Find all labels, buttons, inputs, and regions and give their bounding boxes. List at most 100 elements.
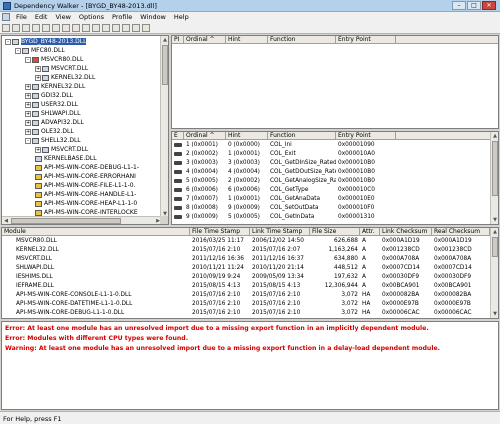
find-icon[interactable] <box>32 24 40 32</box>
column-header[interactable]: Function <box>268 36 336 44</box>
export-row[interactable]: 3 (0x0003) 3 (0x0003) COL_GetDInSize_Rated… <box>172 159 498 167</box>
help-icon[interactable] <box>142 24 150 32</box>
menu-window[interactable]: Window <box>136 12 170 22</box>
export-row[interactable]: 8 (0x0008) 9 (0x0009) COL_SetOutData 0x0000… <box>172 204 498 212</box>
collapse-icon[interactable]: - <box>15 47 21 54</box>
scroll-down-icon[interactable]: ▼ <box>491 216 498 224</box>
tree-hscroll-thumb[interactable] <box>11 218 121 224</box>
close-button[interactable]: ✕ <box>482 1 496 10</box>
export-row[interactable]: 9 (0x0009) 5 (0x0005) COL_GetInData 0x00001… <box>172 213 498 221</box>
column-header[interactable]: File Time Stamp <box>190 228 250 236</box>
module-row[interactable]: MSVCR80.DLL 2016/03/25 11:17 2006/12/02 14… <box>2 237 498 245</box>
modules-vertical-scrollbar[interactable]: ▲ ▼ <box>490 228 498 318</box>
expand-icon[interactable]: + <box>35 65 41 72</box>
tree-node[interactable]: - MFC80.DLL <box>15 47 65 55</box>
tree-node[interactable]: - BYGD_BY48-2013.DLL <box>5 38 87 46</box>
scroll-up-icon[interactable]: ▲ <box>491 228 498 236</box>
log-pane[interactable]: Error: At least one module has an unreso… <box>1 321 499 410</box>
column-header[interactable]: E <box>172 132 184 140</box>
expand-icon[interactable]: + <box>35 146 41 153</box>
column-header[interactable]: Link Checksum <box>380 228 432 236</box>
scroll-up-icon[interactable]: ▲ <box>161 36 168 44</box>
tree-node[interactable]: + MSVCRT.DLL <box>35 146 88 154</box>
tree-node[interactable]: + GDI32.DLL <box>25 92 73 100</box>
tree-node[interactable]: API-MS-WIN-CORE-FILE-L1-1-0. <box>35 182 136 190</box>
module-row[interactable]: SHLWAPI.DLL 2010/11/21 11:24 2010/11/20 21… <box>2 264 498 272</box>
tree-icon[interactable] <box>62 24 70 32</box>
tree-node[interactable]: API-MS-WIN-CORE-HEAP-L1-1-0 <box>35 200 137 208</box>
profile-icon[interactable] <box>42 24 50 32</box>
column-header[interactable]: Hint <box>226 36 268 44</box>
expand-icon[interactable]: + <box>25 101 31 108</box>
dependency-tree-pane[interactable]: - BYGD_BY48-2013.DLL - MFC80.DLL - MSVCR80.DL… <box>1 35 169 225</box>
expand-icon[interactable]: + <box>25 92 31 99</box>
module-icon[interactable] <box>52 24 60 32</box>
column-header[interactable]: Module <box>2 228 190 236</box>
sort-icon[interactable] <box>112 24 120 32</box>
expand-icon[interactable] <box>72 24 80 32</box>
tree-node[interactable]: + OLE32.DLL <box>25 128 74 136</box>
scroll-up-icon[interactable]: ▲ <box>491 132 498 140</box>
scroll-down-icon[interactable]: ▼ <box>491 310 498 318</box>
menu-options[interactable]: Options <box>75 12 108 22</box>
collapse-icon[interactable]: - <box>25 137 31 144</box>
tree-node[interactable]: + MSVCRT.DLL <box>35 65 88 73</box>
tree-node[interactable]: - SHELL32.DLL <box>25 137 81 145</box>
menu-file[interactable]: File <box>12 12 31 22</box>
column-header[interactable]: Ordinal ^ <box>184 132 226 140</box>
tree-node[interactable]: + USER32.DLL <box>25 101 78 109</box>
document-icon[interactable] <box>2 13 10 21</box>
minimize-button[interactable]: – <box>452 1 466 10</box>
tree-node[interactable]: API-MS-WIN-CORE-HANDLE-L1- <box>35 191 136 199</box>
collapse-icon[interactable]: - <box>25 56 31 63</box>
module-row[interactable]: API-MS-WIN-CORE-DEBUG-L1-1-0.DLL 2015/07/… <box>2 309 498 317</box>
tree-node[interactable]: + ADVAPI32.DLL <box>25 119 84 127</box>
menu-edit[interactable]: Edit <box>31 12 52 22</box>
title-bar[interactable]: Dependency Walker - [BYGD_BY48-2013.dll]… <box>0 0 500 12</box>
tree-vertical-scrollbar[interactable]: ▲ ▼ <box>160 36 168 218</box>
column-header[interactable]: Entry Point <box>336 36 396 44</box>
undecorate-icon[interactable] <box>92 24 100 32</box>
save-icon[interactable] <box>12 24 20 32</box>
tree-node[interactable]: API-MS-WIN-CORE-DEBUG-L1-1- <box>35 164 139 172</box>
tree-node[interactable]: API-MS-WIN-CORE-ERRORHANI <box>35 173 136 181</box>
column-header[interactable]: Attr. <box>360 228 380 236</box>
expand-icon[interactable]: + <box>25 110 31 117</box>
tree-horizontal-scrollbar[interactable]: ◀ ▶ <box>2 216 162 224</box>
column-header[interactable]: Entry Point <box>336 132 396 140</box>
module-row[interactable]: API-MS-WIN-CORE-DATETIME-L1-1-0.DLL 2015/… <box>2 300 498 308</box>
column-header[interactable]: PI <box>172 36 184 44</box>
refresh-icon[interactable] <box>132 24 140 32</box>
tree-node[interactable]: KERNELBASE.DLL <box>35 155 97 163</box>
collapse-icon[interactable] <box>82 24 90 32</box>
column-header[interactable]: Hint <box>226 132 268 140</box>
column-header[interactable]: Link Time Stamp <box>250 228 310 236</box>
column-header[interactable]: File Size <box>310 228 360 236</box>
expand-icon[interactable]: + <box>35 74 41 81</box>
module-row[interactable]: IEFRAME.DLL 2015/08/15 4:13 2015/08/15 4:1… <box>2 282 498 290</box>
module-list-pane[interactable]: Module File Time Stamp Link Time Stamp File… <box>1 227 499 319</box>
menu-profile[interactable]: Profile <box>108 12 136 22</box>
maximize-button[interactable]: □ <box>467 1 481 10</box>
export-row[interactable]: 1 (0x0001) 0 (0x0000) COL_Ini 0x00001090 <box>172 141 498 149</box>
exports-pane[interactable]: E Ordinal ^ Hint Function Entry Point 1 (0x0… <box>171 131 499 225</box>
export-row[interactable]: 7 (0x0007) 1 (0x0001) COL_GetAnaData 0x0000… <box>172 195 498 203</box>
full-path-icon[interactable] <box>102 24 110 32</box>
open-icon[interactable] <box>2 24 10 32</box>
tree-node[interactable]: - MSVCR80.DLL <box>25 56 83 64</box>
module-row[interactable]: IESHIMS.DLL 2010/09/19 9:24 2009/05/09 13:… <box>2 273 498 281</box>
tree-node[interactable]: + KERNEL32.DLL <box>25 83 85 91</box>
copy-icon[interactable] <box>22 24 30 32</box>
expand-icon[interactable]: + <box>25 128 31 135</box>
properties-icon[interactable] <box>122 24 130 32</box>
exports-scroll-thumb[interactable] <box>492 141 498 196</box>
parent-imports-pane[interactable]: PI Ordinal ^ Hint Function Entry Point <box>171 35 499 129</box>
module-row[interactable]: MSVCRT.DLL 2011/12/16 16:36 2011/12/16 16:… <box>2 255 498 263</box>
tree-node[interactable]: + SHLWAPI.DLL <box>25 110 80 118</box>
modules-scroll-thumb[interactable] <box>492 237 498 257</box>
column-header[interactable]: Function <box>268 132 336 140</box>
scroll-left-icon[interactable]: ◀ <box>2 217 10 224</box>
expand-icon[interactable]: + <box>25 83 31 90</box>
menu-view[interactable]: View <box>51 12 74 22</box>
menu-help[interactable]: Help <box>170 12 193 22</box>
